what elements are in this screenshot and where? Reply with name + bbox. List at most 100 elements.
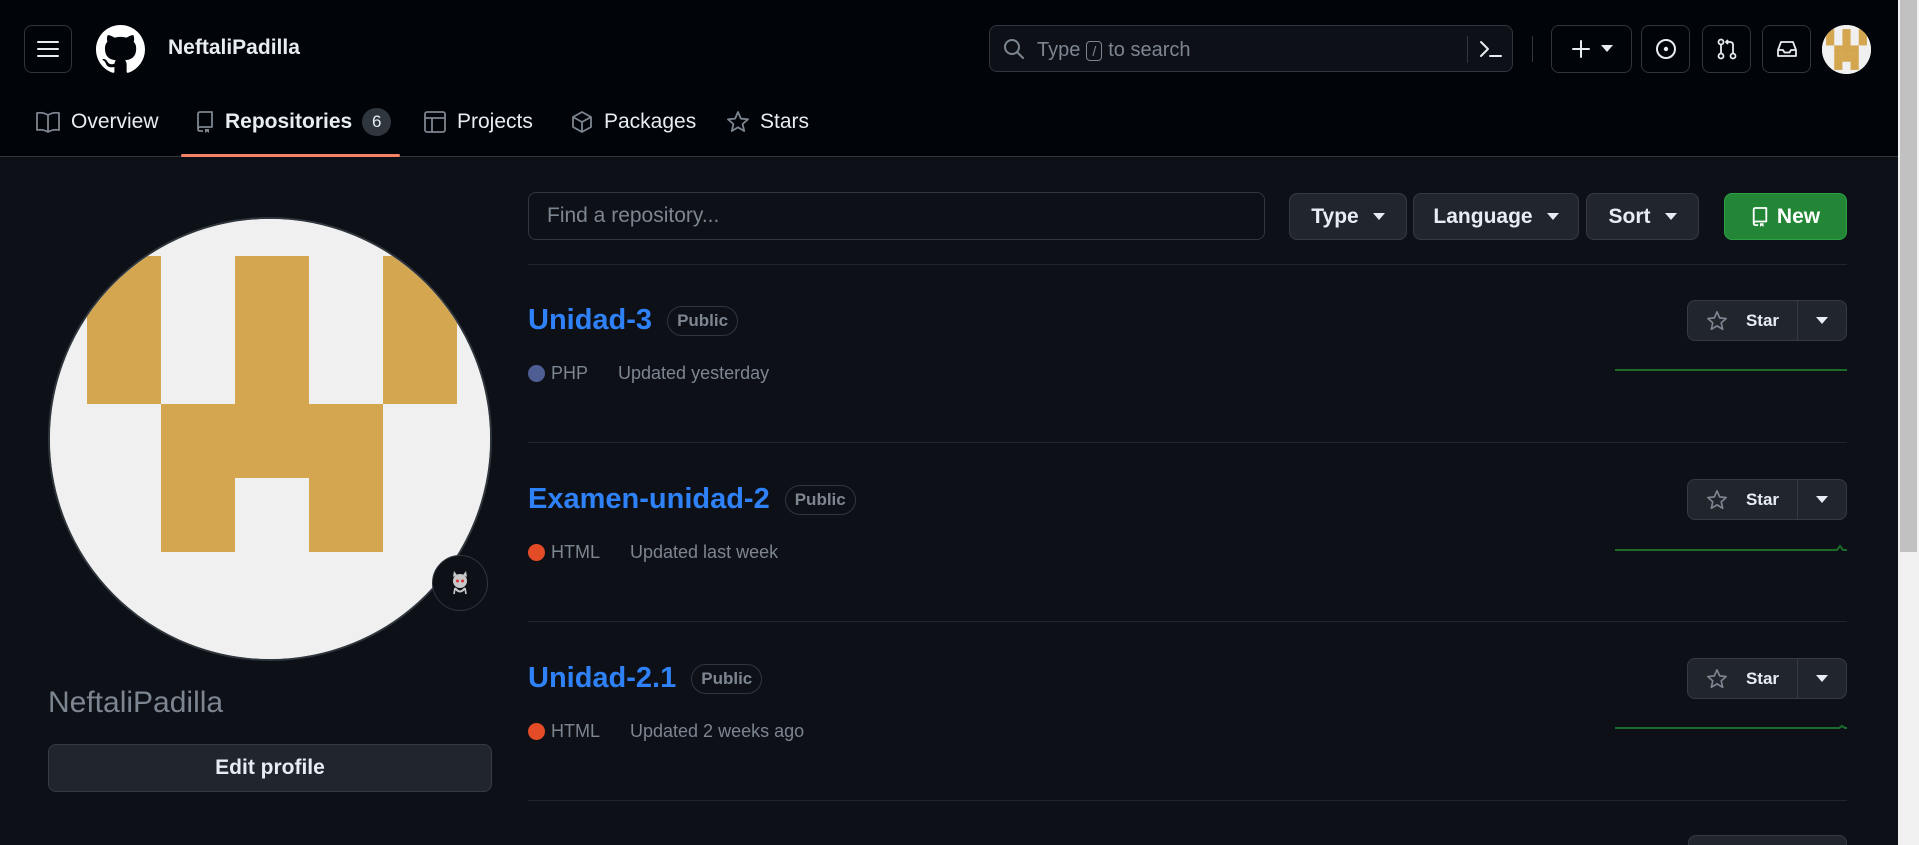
triangle-down-icon (1372, 212, 1385, 220)
repo-updated: Updated 2 weeks ago (630, 721, 805, 741)
repo-title-line: Unidad-2.1 Public (528, 662, 763, 695)
repo-list-item: Examen-unidad-2 Public HTML Updated last… (528, 443, 1847, 622)
visibility-badge: Public (691, 663, 763, 694)
tab-stars[interactable]: Stars (726, 107, 809, 137)
triangle-down-icon (1816, 495, 1828, 503)
repo-list-item: Unidad-2.1 Public HTML Updated 2 weeks a… (528, 622, 1847, 801)
edit-profile-button[interactable]: Edit profile (48, 744, 492, 792)
octocat-emoji-icon (453, 571, 467, 595)
star-list-dropdown[interactable] (1798, 659, 1846, 698)
triangle-down-icon (1816, 674, 1828, 682)
star-button-group: Star (1687, 300, 1847, 341)
search-input[interactable]: Type / to search (989, 25, 1513, 72)
issues-button[interactable] (1641, 25, 1690, 73)
repo-name-link[interactable]: Unidad-3 (528, 304, 652, 337)
header-username[interactable]: NeftaliPadilla (168, 36, 300, 60)
sort-filter-label: Sort (1608, 204, 1651, 228)
repo-icon (197, 111, 213, 133)
repo-icon (1752, 206, 1768, 227)
star-button[interactable]: Star (1688, 301, 1798, 340)
repo-name-link[interactable]: Examen-unidad-2 (528, 483, 770, 516)
activity-sparkline (1615, 724, 1847, 729)
triangle-down-icon (1664, 212, 1677, 220)
profile-avatar[interactable] (48, 217, 492, 661)
star-button-group[interactable] (1688, 835, 1847, 845)
star-list-dropdown[interactable] (1798, 301, 1846, 340)
search-hint: Type / to search (1037, 39, 1191, 62)
repo-updated: Updated last week (630, 542, 779, 562)
search-divider (1467, 36, 1468, 63)
tab-projects[interactable]: Projects (423, 107, 533, 137)
star-icon (1706, 310, 1727, 330)
star-button-group: Star (1687, 479, 1847, 520)
issue-opened-icon (1655, 39, 1676, 59)
visibility-badge: Public (667, 305, 739, 336)
star-list-dropdown[interactable] (1798, 480, 1846, 519)
package-icon (572, 111, 592, 133)
repo-meta: HTML Updated last week (528, 542, 778, 563)
search-hint-prefix: Type (1037, 39, 1081, 61)
identicon-icon (50, 219, 490, 659)
language-color-dot (528, 723, 545, 740)
star-button-label: Star (1745, 489, 1780, 509)
sort-filter-button[interactable]: Sort (1586, 193, 1699, 240)
profile-name: NeftaliPadilla (48, 686, 224, 719)
activity-sparkline (1615, 369, 1847, 371)
search-icon (1004, 39, 1024, 59)
repo-language: HTML (551, 721, 600, 741)
repo-name-link[interactable]: Unidad-2.1 (528, 662, 676, 695)
type-filter-button[interactable]: Type (1289, 193, 1407, 240)
tab-packages-label: Packages (604, 110, 697, 133)
scrollbar-thumb[interactable] (1900, 0, 1917, 552)
tab-projects-label: Projects (457, 110, 533, 133)
inbox-button[interactable] (1762, 25, 1811, 73)
tab-repositories[interactable]: Repositories 6 (195, 107, 392, 137)
inbox-icon (1776, 41, 1797, 57)
tab-packages[interactable]: Packages (570, 107, 696, 137)
star-button[interactable]: Star (1688, 480, 1798, 519)
pull-requests-button[interactable] (1702, 25, 1751, 73)
tab-repositories-label: Repositories (225, 110, 353, 133)
visibility-badge: Public (784, 484, 856, 515)
find-repository-input[interactable] (528, 192, 1265, 240)
star-icon (1706, 668, 1727, 688)
tab-overview-label: Overview (71, 110, 159, 133)
star-icon (727, 111, 749, 132)
star-button-label: Star (1745, 310, 1780, 330)
tab-overview[interactable]: Overview (35, 107, 159, 137)
triangle-down-icon (1546, 212, 1559, 220)
new-repository-button[interactable]: New (1724, 193, 1847, 240)
star-button[interactable]: Star (1688, 659, 1798, 698)
language-color-dot (528, 365, 545, 382)
repo-title-line: Examen-unidad-2 Public (528, 483, 856, 516)
repo-updated: Updated yesterday (618, 363, 770, 383)
hamburger-icon (37, 41, 59, 57)
create-new-button[interactable] (1551, 25, 1632, 73)
type-filter-label: Type (1311, 204, 1359, 228)
book-icon (36, 111, 60, 133)
language-filter-button[interactable]: Language (1413, 193, 1579, 240)
repositories-count-badge: 6 (362, 108, 392, 136)
set-status-button[interactable] (432, 555, 488, 611)
header-separator (1532, 36, 1533, 62)
git-pull-request-icon (1717, 38, 1736, 60)
activity-sparkline (1615, 544, 1847, 551)
repo-meta: PHP Updated yesterday (528, 363, 769, 384)
plus-icon (1571, 40, 1590, 58)
tab-stars-label: Stars (760, 110, 810, 133)
github-logo-icon[interactable] (96, 25, 145, 74)
language-filter-label: Language (1433, 204, 1533, 228)
repo-meta: HTML Updated 2 weeks ago (528, 721, 804, 742)
star-button-group: Star (1687, 658, 1847, 699)
app-header: NeftaliPadilla Type / to search Overview… (0, 0, 1898, 157)
search-hint-suffix: to search (1108, 39, 1191, 61)
table-icon (424, 111, 446, 133)
star-icon (1706, 489, 1727, 509)
command-palette-icon[interactable] (1479, 38, 1503, 60)
active-tab-indicator (181, 154, 400, 157)
repo-title-line: Unidad-3 Public (528, 304, 739, 337)
menu-button[interactable] (24, 25, 72, 73)
user-avatar[interactable] (1822, 25, 1871, 74)
language-color-dot (528, 544, 545, 561)
star-button-label: Star (1745, 668, 1780, 688)
